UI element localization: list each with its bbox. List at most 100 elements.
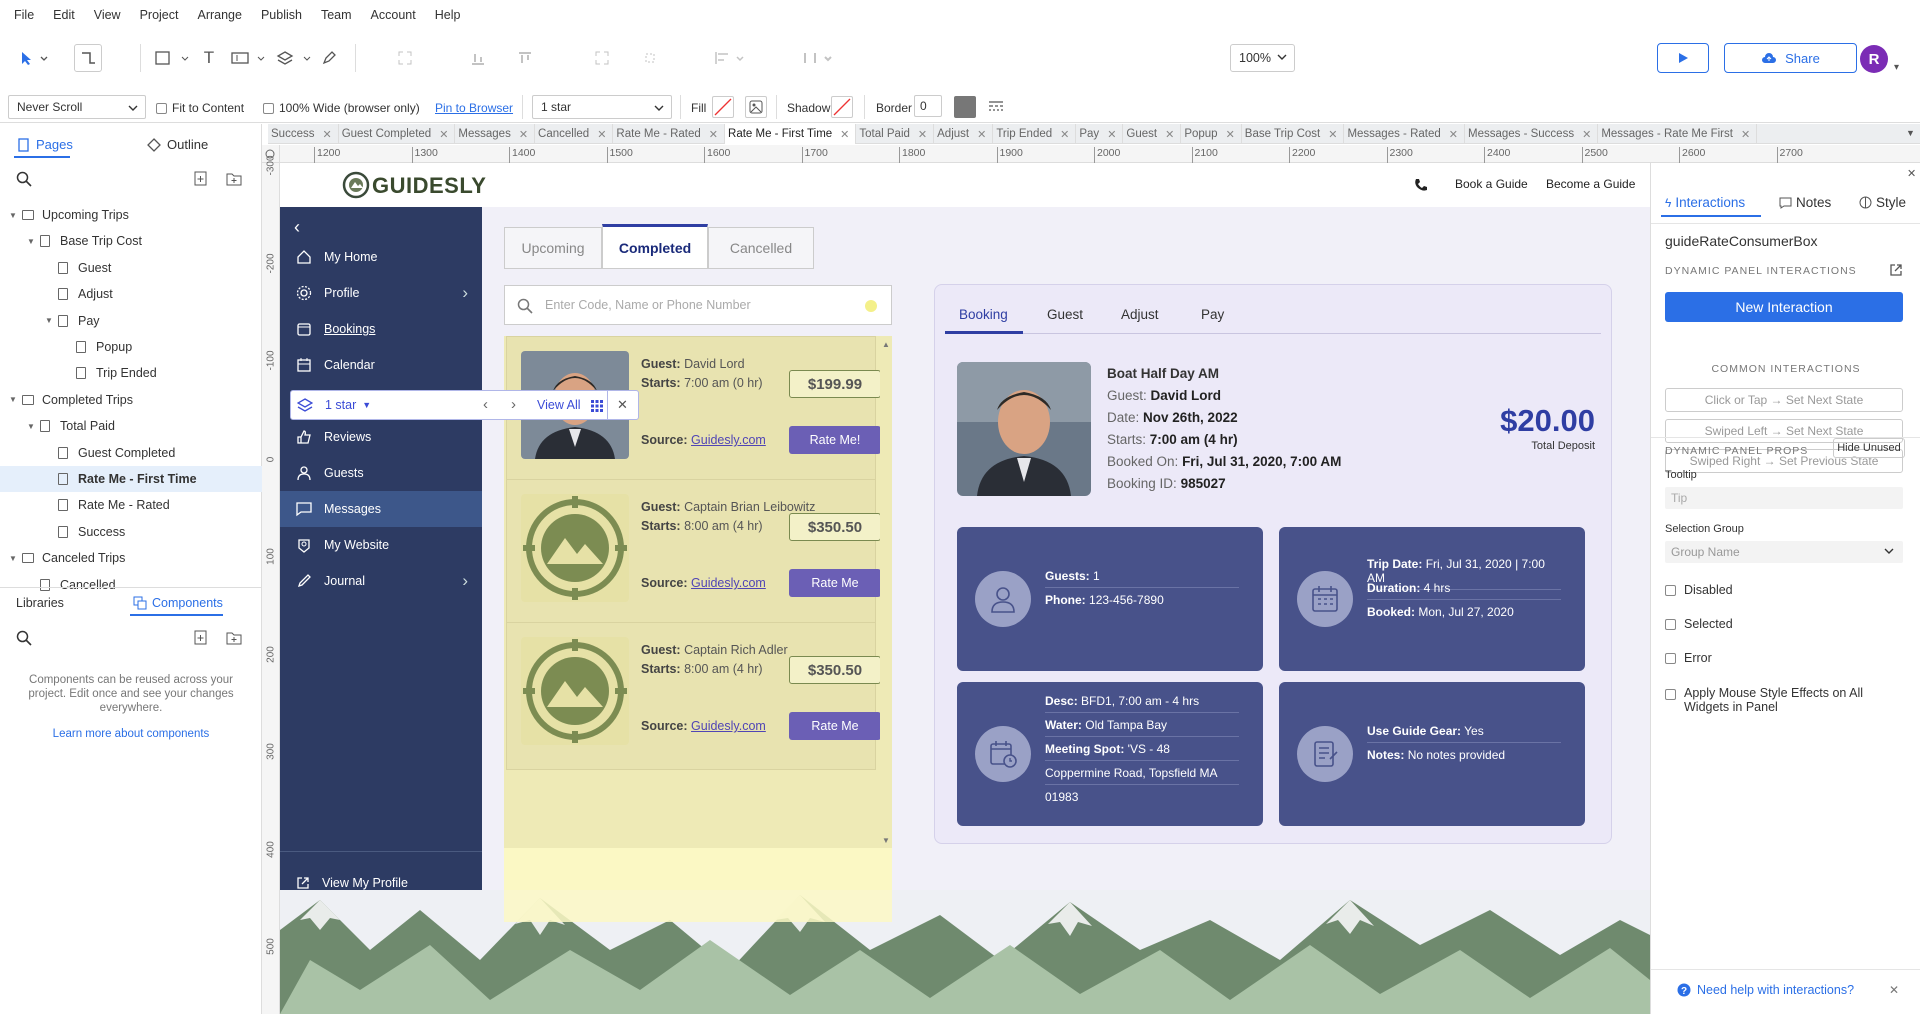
booking-card[interactable]: Guest: Captain Rich Adler Starts: 8:00 am…: [506, 622, 881, 770]
hide-unused-button[interactable]: Hide Unused: [1833, 438, 1905, 458]
close-tab-icon[interactable]: ✕: [1060, 128, 1069, 141]
image-fill-button[interactable]: [745, 96, 767, 118]
sidebar-item-messages[interactable]: Messages: [280, 491, 482, 527]
expand-toggle-icon[interactable]: ▼: [8, 211, 18, 220]
tree-page[interactable]: Trip Ended: [0, 360, 262, 386]
search-icon[interactable]: [16, 171, 32, 187]
source-link[interactable]: Guidesly.com: [691, 576, 766, 590]
page-tab[interactable]: Popup ✕: [1181, 124, 1242, 144]
pages-tab[interactable]: Pages: [18, 137, 73, 152]
menu-account[interactable]: Account: [371, 8, 416, 22]
widget-name-field[interactable]: guideRateConsumerBox: [1665, 233, 1818, 249]
tooltip-input[interactable]: Tip: [1665, 487, 1903, 509]
close-tab-icon[interactable]: ✕: [840, 128, 849, 141]
back-arrow-icon[interactable]: ‹: [294, 217, 300, 238]
ungroup-icon[interactable]: [640, 46, 660, 70]
components-tab[interactable]: Components: [133, 596, 223, 610]
page-tab[interactable]: Base Trip Cost ✕: [1242, 124, 1345, 144]
tree-page[interactable]: Success: [0, 519, 262, 545]
tree-folder[interactable]: ▼ Upcoming Trips: [0, 202, 262, 228]
help-link[interactable]: ? Need help with interactions?: [1677, 983, 1854, 997]
phone-icon[interactable]: [1413, 178, 1427, 192]
sidebar-item-bookings[interactable]: Bookings: [280, 311, 482, 347]
sidebar-item-guests[interactable]: Guests: [280, 455, 482, 491]
booking-search-box[interactable]: Enter Code, Name or Phone Number: [504, 285, 892, 325]
page-tab[interactable]: Rate Me - First Time ✕: [725, 124, 857, 144]
prev-state-icon[interactable]: ‹: [483, 396, 488, 413]
menu-publish[interactable]: Publish: [261, 8, 302, 22]
sidebar-item-my-home[interactable]: My Home: [280, 239, 482, 275]
tree-page[interactable]: Guest: [0, 255, 262, 281]
help-close-icon[interactable]: ✕: [1889, 983, 1899, 997]
page-tab[interactable]: Pay ✕: [1076, 124, 1124, 144]
page-tab[interactable]: Cancelled ✕: [535, 124, 614, 144]
tab-cancelled[interactable]: Cancelled: [708, 227, 814, 269]
text-tool-icon[interactable]: T: [198, 44, 220, 72]
page-tab[interactable]: Guest ✕: [1123, 124, 1182, 144]
libraries-tab[interactable]: Libraries: [16, 596, 64, 610]
tree-page[interactable]: Popup: [0, 334, 262, 360]
page-tab[interactable]: Messages ✕: [455, 124, 536, 144]
state-dropdown[interactable]: 1 star ▼: [325, 398, 371, 412]
detail-tab-adjust[interactable]: Adjust: [1121, 307, 1159, 322]
grid-icon[interactable]: [591, 400, 603, 412]
tree-folder[interactable]: ▼ Completed Trips: [0, 387, 262, 413]
menu-edit[interactable]: Edit: [53, 8, 75, 22]
avatar-chevron-icon[interactable]: ▾: [1894, 62, 1899, 73]
border-style-icon[interactable]: [988, 99, 1004, 113]
close-tab-icon[interactable]: ✕: [1582, 128, 1591, 141]
expand-toggle-icon[interactable]: ▼: [26, 422, 36, 431]
fit-to-content-checkbox[interactable]: Fit to Content: [156, 101, 244, 115]
booking-card[interactable]: Guest: Captain Brian Leibowitz Starts: 8:…: [506, 479, 881, 627]
close-tab-icon[interactable]: ✕: [1226, 128, 1235, 141]
state-select[interactable]: 1 star: [532, 95, 672, 119]
menu-view[interactable]: View: [94, 8, 121, 22]
become-guide-link[interactable]: Become a Guide: [1546, 177, 1635, 191]
common-interaction-button[interactable]: Click or Tap → Set Next State: [1665, 388, 1903, 412]
tree-page[interactable]: Guest Completed: [0, 440, 262, 466]
expand-toggle-icon[interactable]: ▼: [26, 237, 36, 246]
sidebar-item-calendar[interactable]: Calendar: [280, 347, 482, 383]
full-width-checkbox[interactable]: 100% Wide (browser only): [263, 101, 420, 115]
source-link[interactable]: Guidesly.com: [691, 719, 766, 733]
panel-prop-checkbox[interactable]: Disabled: [1665, 583, 1733, 597]
page-tab[interactable]: Total Paid ✕: [856, 124, 935, 144]
view-all-button[interactable]: View All: [537, 398, 581, 412]
tab-upcoming[interactable]: Upcoming: [504, 227, 602, 269]
shape-tool-button[interactable]: [152, 44, 192, 72]
menu-file[interactable]: File: [14, 8, 34, 22]
design-canvas[interactable]: GUIDESLY Book a Guide Become a Guide ‹ M…: [280, 163, 1650, 1014]
list-scrollbar[interactable]: ▲ ▼: [880, 336, 892, 848]
menu-arrange[interactable]: Arrange: [197, 8, 241, 22]
expand-toggle-icon[interactable]: ▼: [44, 316, 54, 325]
close-tab-icon[interactable]: ✕: [1741, 128, 1750, 141]
close-tab-icon[interactable]: ✕: [918, 128, 927, 141]
sidebar-item-my-website[interactable]: My Website: [280, 527, 482, 563]
close-tab-icon[interactable]: ✕: [1107, 128, 1116, 141]
distribute-icon[interactable]: [515, 46, 535, 70]
close-tab-icon[interactable]: ✕: [1328, 128, 1337, 141]
outline-tab[interactable]: Outline: [147, 137, 208, 152]
group-icon[interactable]: [592, 46, 612, 70]
border-color-swatch[interactable]: [954, 96, 976, 118]
share-button[interactable]: Share: [1724, 43, 1857, 73]
menu-help[interactable]: Help: [435, 8, 461, 22]
align-left-icon[interactable]: [712, 46, 748, 70]
rate-me-button[interactable]: Rate Me: [789, 569, 881, 597]
page-tab[interactable]: Adjust ✕: [934, 124, 994, 144]
scroll-select[interactable]: Never Scroll: [8, 95, 146, 119]
add-component-folder-icon[interactable]: [226, 631, 242, 645]
close-tab-icon[interactable]: ✕: [1449, 128, 1458, 141]
next-state-icon[interactable]: ›: [511, 396, 516, 413]
preview-button[interactable]: [1657, 43, 1709, 73]
zoom-select[interactable]: 100%: [1230, 44, 1295, 72]
selection-group-select[interactable]: Group Name: [1665, 541, 1903, 563]
pen-tool-button[interactable]: [318, 44, 340, 72]
panel-prop-checkbox[interactable]: Error: [1665, 651, 1712, 665]
tab-style[interactable]: Style: [1859, 195, 1906, 210]
tree-page[interactable]: Rate Me - Rated: [0, 492, 262, 518]
select-tool-button[interactable]: [14, 44, 54, 72]
close-tab-icon[interactable]: ✕: [322, 128, 331, 141]
add-page-icon[interactable]: [194, 171, 208, 187]
tree-page[interactable]: ▼ Total Paid: [0, 413, 262, 439]
